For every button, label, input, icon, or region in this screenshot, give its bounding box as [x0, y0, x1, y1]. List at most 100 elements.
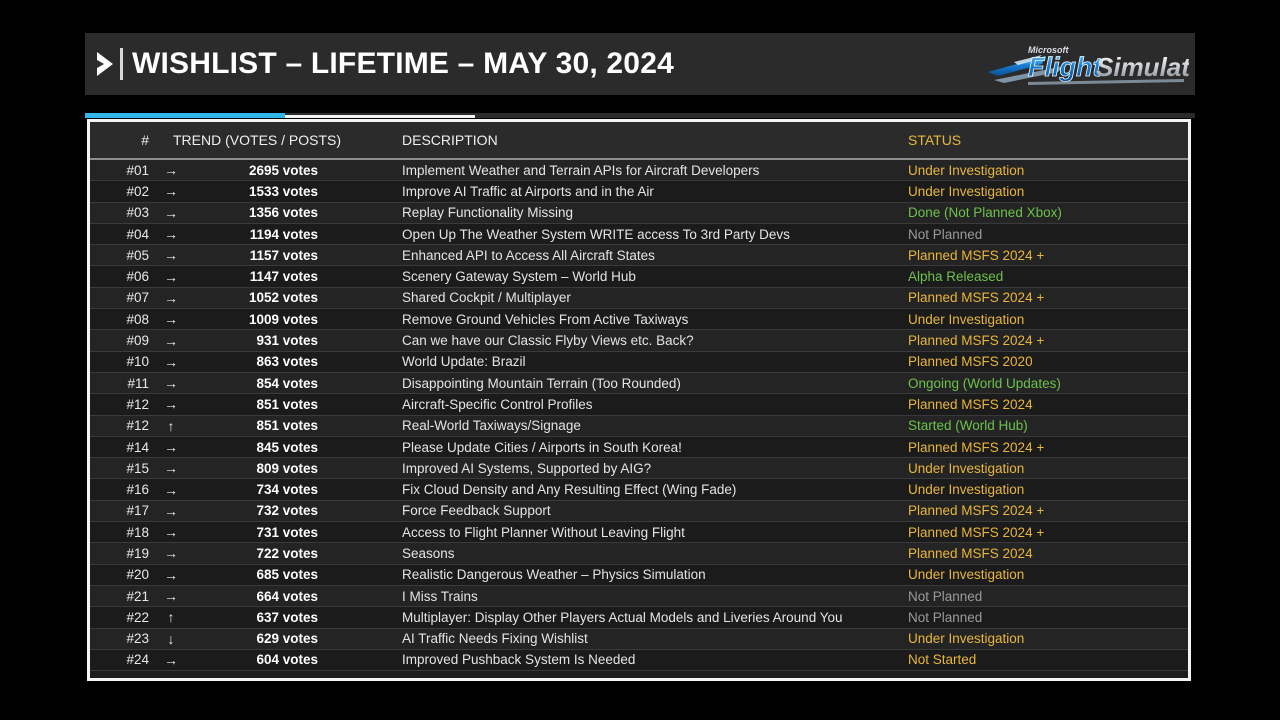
trend-down-icon: ↓	[167, 630, 175, 647]
table-row[interactable]: #21 → 664 votes I Miss Trains Not Planned	[90, 585, 1188, 608]
cell-description[interactable]: Remove Ground Vehicles From Active Taxiw…	[322, 312, 899, 327]
cell-description[interactable]: Scenery Gateway System – World Hub	[322, 269, 899, 284]
table-row[interactable]: #24 → 604 votes Improved Pushback System Is…	[90, 649, 1188, 672]
trend-flat-icon: →	[164, 375, 178, 392]
chevron-right-icon	[97, 52, 113, 76]
cell-rank: #05	[126, 247, 149, 263]
slide-root: WISHLIST – LIFETIME – MAY 30, 2024 Micro…	[0, 0, 1280, 720]
table-row[interactable]: #16 → 734 votes Fix Cloud Density and Any R…	[90, 479, 1188, 501]
table-row[interactable]: #04 → 1194 votes Open Up The Weather System…	[90, 223, 1188, 246]
cell-description[interactable]: Implement Weather and Terrain APIs for A…	[322, 163, 899, 178]
status-badge: Planned MSFS 2024 +	[908, 524, 1045, 540]
cell-votes: 1533 votes	[248, 183, 318, 199]
accent-gap	[475, 113, 490, 118]
cell-description[interactable]: Please Update Cities / Airports in South…	[322, 440, 899, 455]
trend-flat-icon: →	[164, 162, 178, 179]
cell-description[interactable]: Realistic Dangerous Weather – Physics Si…	[322, 567, 899, 582]
cell-description[interactable]: Open Up The Weather System WRITE access …	[322, 227, 899, 242]
table-row[interactable]: #17 → 732 votes Force Feedback Support Plann…	[90, 500, 1188, 523]
cell-description[interactable]: Real-World Taxiways/Signage	[322, 418, 899, 433]
cell-rank: #09	[126, 333, 149, 349]
status-badge: Not Started	[908, 652, 977, 668]
table-row[interactable]: #22 ↑ 637 votes Multiplayer: Display Other …	[90, 607, 1188, 629]
table-row[interactable]: #07 → 1052 votes Shared Cockpit / Multiplay…	[90, 287, 1188, 310]
cell-description[interactable]: Fix Cloud Density and Any Resulting Effe…	[322, 482, 899, 497]
table-row[interactable]: #14 → 845 votes Please Update Cities / Airp…	[90, 436, 1188, 459]
wishlist-table-frame: # TREND (VOTES / POSTS) DESCRIPTION STAT…	[87, 119, 1191, 681]
cell-description[interactable]: Replay Functionality Missing	[322, 205, 899, 220]
table-row[interactable]: #20 → 685 votes Realistic Dangerous Weather…	[90, 564, 1188, 586]
cell-description[interactable]: Multiplayer: Display Other Players Actua…	[322, 610, 899, 625]
svg-text:Simulator: Simulator	[1096, 52, 1189, 82]
table-row[interactable]: #10 → 863 votes World Update: Brazil Planned…	[90, 351, 1188, 373]
page-title: WISHLIST – LIFETIME – MAY 30, 2024	[132, 47, 674, 80]
cell-rank: #18	[126, 524, 149, 540]
cell-description[interactable]: Access to Flight Planner Without Leaving…	[322, 525, 899, 540]
trend-flat-icon: →	[164, 353, 178, 370]
table-row[interactable]: #01 → 2695 votes Implement Weather and Terr…	[90, 160, 1188, 182]
status-badge: Not Planned	[908, 226, 983, 242]
wishlist-table: # TREND (VOTES / POSTS) DESCRIPTION STAT…	[90, 122, 1188, 678]
status-badge: Under Investigation	[908, 460, 1025, 476]
accent-white-segment	[285, 115, 475, 118]
table-row[interactable]: #09 → 931 votes Can we have our Classic Fly…	[90, 330, 1188, 352]
status-badge: Under Investigation	[908, 631, 1025, 647]
cell-description[interactable]: Can we have our Classic Flyby Views etc.…	[322, 333, 899, 348]
cell-rank: #19	[126, 545, 149, 561]
status-badge: Planned MSFS 2024 +	[908, 333, 1045, 349]
cell-description[interactable]: Enhanced API to Access All Aircraft Stat…	[322, 248, 899, 263]
table-row[interactable]: #05 → 1157 votes Enhanced API to Access All…	[90, 245, 1188, 267]
table-row[interactable]: #08 → 1009 votes Remove Ground Vehicles Fro…	[90, 309, 1188, 331]
trend-flat-icon: →	[164, 183, 178, 200]
cell-description[interactable]: Improved Pushback System Is Needed	[322, 652, 899, 667]
status-badge: Alpha Released	[908, 269, 1004, 285]
status-badge: Planned MSFS 2024 +	[908, 503, 1045, 519]
cell-rank: #14	[126, 439, 149, 455]
trend-flat-icon: →	[164, 545, 178, 562]
status-badge: Not Planned	[908, 588, 983, 604]
trend-flat-icon: →	[164, 502, 178, 519]
cell-description[interactable]: Force Feedback Support	[322, 503, 899, 518]
cell-description[interactable]: AI Traffic Needs Fixing Wishlist	[322, 631, 899, 646]
table-row[interactable]: #15 → 809 votes Improved AI Systems, Suppor…	[90, 458, 1188, 480]
cell-description[interactable]: Aircraft-Specific Control Profiles	[322, 397, 899, 412]
table-row[interactable]: #06 → 1147 votes Scenery Gateway System – W…	[90, 266, 1188, 288]
trend-flat-icon: →	[164, 268, 178, 285]
cell-rank: #01	[126, 162, 149, 178]
cell-description[interactable]: Shared Cockpit / Multiplayer	[322, 290, 899, 305]
table-row[interactable]: #12 ↑ 851 votes Real-World Taxiways/Signage…	[90, 415, 1188, 437]
cell-description[interactable]: I Miss Trains	[322, 589, 899, 604]
table-row[interactable]: #11 → 854 votes Disappointing Mountain Terr…	[90, 372, 1188, 395]
cell-rank: #06	[126, 269, 149, 285]
column-header-trend: TREND (VOTES / POSTS)	[155, 132, 341, 148]
status-badge: Planned MSFS 2024 +	[908, 439, 1045, 455]
cell-description[interactable]: Improve AI Traffic at Airports and in th…	[322, 184, 899, 199]
trend-flat-icon: →	[164, 289, 178, 306]
table-row[interactable]: #12 → 851 votes Aircraft-Specific Control P…	[90, 394, 1188, 416]
cell-votes: 1157 votes	[249, 247, 318, 263]
cell-votes: 731 votes	[256, 524, 318, 540]
cell-votes: 809 votes	[256, 460, 318, 476]
trend-flat-icon: →	[164, 311, 178, 328]
trend-up-icon: ↑	[167, 417, 175, 434]
trend-flat-icon: →	[164, 226, 178, 243]
cell-description[interactable]: World Update: Brazil	[322, 354, 899, 369]
table-row[interactable]: #02 → 1533 votes Improve AI Traffic at Airp…	[90, 181, 1188, 203]
cell-description[interactable]: Improved AI Systems, Supported by AIG?	[322, 461, 899, 476]
title-group: WISHLIST – LIFETIME – MAY 30, 2024	[85, 33, 674, 95]
trend-flat-icon: →	[164, 460, 178, 477]
table-row[interactable]: #18 → 731 votes Access to Flight Planner Wi…	[90, 522, 1188, 544]
table-row[interactable]: #03 → 1356 votes Replay Functionality Missi…	[90, 202, 1188, 224]
cell-description[interactable]: Disappointing Mountain Terrain (Too Roun…	[322, 376, 899, 391]
cell-description[interactable]: Seasons	[322, 546, 899, 561]
cell-rank: #07	[126, 290, 149, 306]
column-header-description: DESCRIPTION	[402, 132, 498, 148]
status-badge: Planned MSFS 2024 +	[908, 247, 1045, 263]
cell-votes: 734 votes	[256, 482, 318, 498]
cell-rank: #15	[126, 460, 149, 476]
cell-rank: #10	[126, 354, 149, 370]
status-badge: Under Investigation	[908, 311, 1025, 327]
cell-votes: 637 votes	[256, 609, 318, 625]
table-row[interactable]: #19 → 722 votes Seasons Planned MSFS 2024	[90, 543, 1188, 565]
table-row[interactable]: #23 ↓ 629 votes AI Traffic Needs Fixing Wis…	[90, 628, 1188, 650]
